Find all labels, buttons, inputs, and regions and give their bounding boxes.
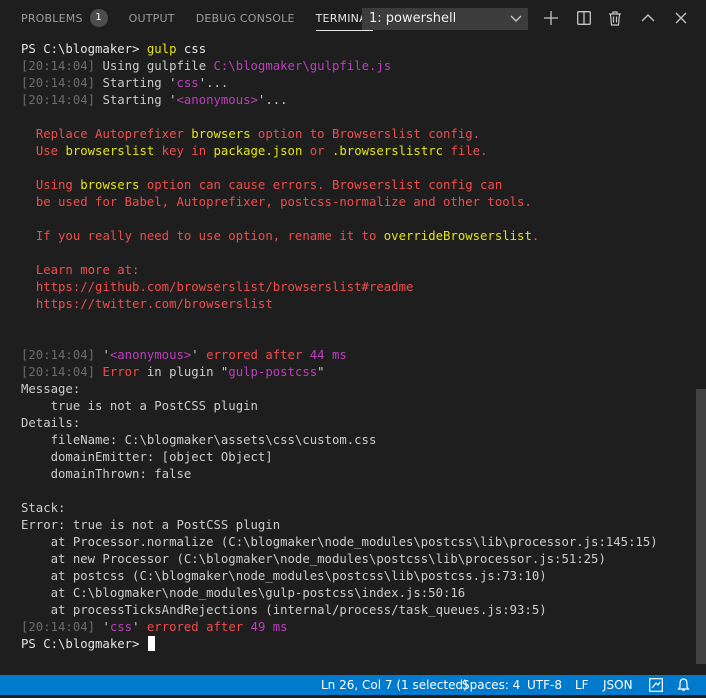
kill-terminal-button[interactable]: [604, 7, 626, 29]
terminal-line: at Processor.normalize (C:\blogmaker\nod…: [21, 535, 658, 549]
terminal-line: at processTicksAndRejections (internal/p…: [21, 603, 547, 617]
terminal-line: be used for Babel, Autoprefixer, postcss…: [35, 195, 532, 209]
terminal-line: domainThrown: false: [21, 467, 192, 481]
status-eol[interactable]: LF: [575, 675, 589, 695]
tab-debug-console[interactable]: DEBUG CONSOLE: [196, 0, 295, 36]
terminal-line: domainEmitter: [object Object]: [21, 450, 273, 464]
split-terminal-button[interactable]: [573, 7, 595, 29]
chevron-up-icon: [641, 14, 655, 22]
terminal-line: https://twitter.com/browserslist: [35, 297, 273, 311]
terminal-line: at postcss (C:\blogmaker\node_modules\po…: [21, 569, 547, 583]
chevron-down-icon: [510, 8, 522, 38]
terminal-line: Replace Autoprefixer browsers option to …: [35, 127, 481, 141]
terminal-line: [20:14:04] Using gulpfile C:\blogmaker\g…: [21, 59, 392, 73]
terminal-output[interactable]: PS C:\blogmaker> gulp css [20:14:04] Usin…: [0, 41, 690, 665]
terminal-line: Details:: [21, 416, 81, 430]
terminal-line: at new Processor (C:\blogmaker\node_modu…: [21, 552, 606, 566]
status-language-mode[interactable]: JSON: [603, 675, 633, 695]
notifications-bell-icon[interactable]: [677, 678, 690, 698]
tab-debug-console-label: DEBUG CONSOLE: [195, 11, 295, 25]
terminal-select-value: 1: powershell: [369, 11, 457, 26]
tab-problems[interactable]: PROBLEMS 1: [21, 0, 108, 36]
trash-icon: [609, 10, 621, 26]
terminal-line: If you really need to use option, rename…: [35, 229, 540, 243]
status-bar: Ln 26, Col 7 (1 selected) Spaces: 4 UTF-…: [0, 675, 706, 695]
terminal-line: Use browserslist key in package.json or …: [35, 144, 488, 158]
close-icon: [675, 12, 687, 24]
terminal-line: Stack:: [21, 501, 66, 515]
terminal-cursor: [147, 636, 155, 651]
terminal-line: Learn more at:: [35, 263, 140, 277]
terminal-line: [20:14:04] Starting '<anonymous>'...: [21, 93, 288, 107]
status-indentation[interactable]: Spaces: 4: [462, 675, 520, 695]
terminal-line: fileName: C:\blogmaker\assets\css\custom…: [21, 433, 377, 447]
terminal-line: [20:14:04] Starting 'css'...: [21, 76, 229, 90]
plus-icon: [544, 11, 558, 25]
status-encoding[interactable]: UTF-8: [527, 675, 562, 695]
tab-problems-label: PROBLEMS: [21, 11, 83, 25]
terminal-line: Using browsers option can cause errors. …: [35, 178, 503, 192]
terminal-line: [20:14:04] '<anonymous>' errored after 4…: [21, 348, 347, 362]
terminal-line: [20:14:04] Error in plugin "gulp-postcss…: [21, 365, 325, 379]
close-panel-button[interactable]: [670, 7, 692, 29]
split-icon: [577, 11, 591, 25]
terminal-line: true is not a PostCSS plugin: [21, 399, 258, 413]
new-terminal-button[interactable]: [540, 7, 562, 29]
terminal-line: at C:\blogmaker\node_modules\gulp-postcs…: [21, 586, 466, 600]
status-cursor-position[interactable]: Ln 26, Col 7 (1 selected): [321, 675, 468, 695]
terminal-line: PS C:\blogmaker> gulp css: [21, 42, 207, 56]
terminal-line: Error: true is not a PostCSS plugin: [21, 518, 281, 532]
feedback-icon[interactable]: [649, 678, 663, 698]
terminal-select-dropdown[interactable]: 1: powershell: [362, 8, 528, 30]
terminal-scrollbar-thumb[interactable]: [696, 389, 706, 664]
problems-count-badge: 1: [89, 9, 108, 27]
panel-tab-bar: PROBLEMS 1 OUTPUT DEBUG CONSOLE TERMINAL: [0, 0, 706, 36]
terminal-line: Message:: [21, 382, 81, 396]
terminal-line: PS C:\blogmaker>: [21, 636, 155, 653]
terminal-line: https://github.com/browserslist/browsers…: [35, 280, 414, 294]
tab-output[interactable]: OUTPUT: [129, 0, 175, 36]
tab-output-label: OUTPUT: [128, 11, 175, 25]
terminal-line: [20:14:04] 'css' errored after 49 ms: [21, 620, 288, 634]
maximize-panel-button[interactable]: [637, 7, 659, 29]
